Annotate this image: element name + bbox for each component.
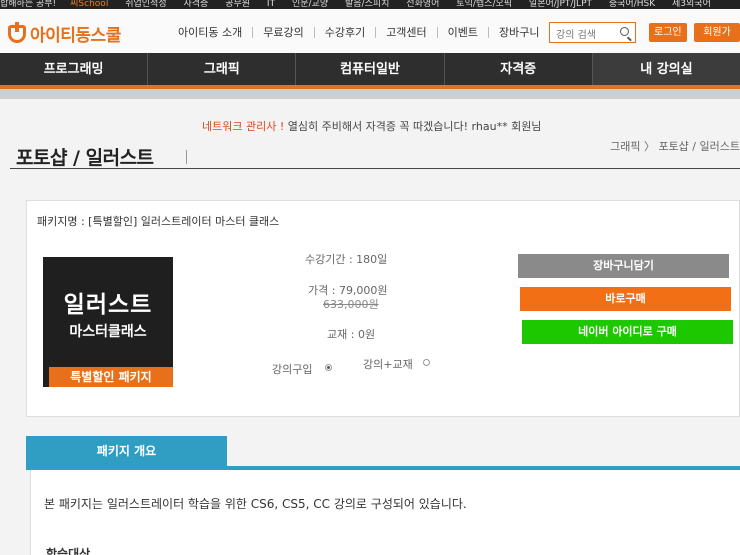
strip-item[interactable]: IT xyxy=(267,0,275,9)
ticker-text: 열심히 주비해서 자격증 꼭 따겠습니다! rhau** 회원님 xyxy=(284,120,542,133)
top-category-strip: 합해하는 공부! 씨School 취업인적성 자격증 공무원 IT 인문/교양 발… xyxy=(0,0,740,9)
title-underline xyxy=(10,168,740,169)
nav-events[interactable]: 이벤트 xyxy=(436,27,488,38)
textbook-price: 교재 : 0원 xyxy=(327,328,376,341)
naver-buy-button[interactable]: 네이버 아이디로 구매 xyxy=(522,320,733,344)
header-nav: 아이티동 소개 무료강의 수강후기 고객센터 이벤트 장바구니 xyxy=(178,27,550,38)
strip-item[interactable]: 제3외국어 xyxy=(672,0,711,9)
breadcrumb[interactable]: 그래픽 〉 포토샵 / 일러스트 xyxy=(610,138,740,154)
category-nav: 프로그래밍 그래픽 컴퓨터일반 자격증 내 강의실 xyxy=(0,53,740,89)
search-box xyxy=(549,22,636,45)
cat-computer-general[interactable]: 컴퓨터일반 xyxy=(296,53,445,85)
site-logo[interactable]: 아이티동스쿨 xyxy=(8,21,121,46)
join-button[interactable]: 회원가입 xyxy=(694,23,740,57)
ticker-highlight: 네트워크 관리사 ! xyxy=(202,120,285,133)
nav-free-lectures[interactable]: 무료강의 xyxy=(252,27,313,38)
strip-item[interactable]: 토익/텝스/오픽 xyxy=(456,0,512,9)
strip-item[interactable]: 합해하는 공부! xyxy=(0,0,56,9)
option-lecture-book-radio[interactable] xyxy=(423,359,430,366)
cat-graphics[interactable]: 그래픽 xyxy=(148,53,297,85)
title-divider xyxy=(186,150,187,164)
strip-item[interactable]: 취업인적성 xyxy=(125,0,166,9)
option-lecture-book-label: 강의+교재 xyxy=(363,358,413,371)
strip-item[interactable]: 중국어/HSK xyxy=(609,0,655,9)
strip-highlight[interactable]: 씨School xyxy=(70,0,108,9)
login-button[interactable]: 로그인 xyxy=(649,23,687,42)
strip-item[interactable]: 인문/교양 xyxy=(292,0,328,9)
option-lecture-label: 강의구입 xyxy=(272,363,313,376)
search-icon[interactable] xyxy=(620,27,629,36)
strip-item[interactable]: 전화영어 xyxy=(406,0,439,9)
nav-cart[interactable]: 장바구니 xyxy=(488,27,549,38)
cat-my-classroom[interactable]: 내 강의실 xyxy=(592,53,740,85)
site-header: 아이티동스쿨 아이티동 소개 무료강의 수강후기 고객센터 이벤트 장바구니 로… xyxy=(0,9,740,57)
strip-item[interactable]: 공무원 xyxy=(225,0,250,9)
strip-item[interactable]: 자격증 xyxy=(183,0,208,9)
cat-programming[interactable]: 프로그래밍 xyxy=(0,53,149,85)
page-title: 포토샵 / 일러스트 xyxy=(16,147,154,169)
package-thumbnail: 일러스트 마스터클래스 특별할인 패키지 xyxy=(43,257,173,387)
option-lecture-radio[interactable] xyxy=(325,364,332,371)
logo-text: 아이티동스쿨 xyxy=(30,26,121,46)
thumb-subtitle: 마스터클래스 xyxy=(69,324,147,340)
strip-item[interactable]: 발음/스피치 xyxy=(345,0,389,9)
overview-content xyxy=(30,470,740,555)
learning-target-heading: 학습대상 xyxy=(46,547,91,555)
strip-item[interactable]: 일본어/JPT/JLPT xyxy=(529,0,592,9)
thumb-title: 일러스트 xyxy=(63,292,153,318)
search-input[interactable] xyxy=(550,26,616,45)
tab-package-overview[interactable]: 패키지 개요 xyxy=(26,436,227,466)
package-box: 패키지명 : [특별할인] 일러스트레이터 마스터 클래스 일러스트 마스터클래… xyxy=(26,200,740,417)
nav-reviews[interactable]: 수강후기 xyxy=(313,27,375,38)
thumb-badge: 특별할인 패키지 xyxy=(49,367,173,387)
original-price: 633,000원 xyxy=(323,298,379,311)
nav-about[interactable]: 아이티동 소개 xyxy=(178,27,252,38)
package-name: 패키지명 : [특별할인] 일러스트레이터 마스터 클래스 xyxy=(37,215,280,228)
review-ticker[interactable]: 네트워크 관리사 ! 열심히 주비해서 자격증 꼭 따겠습니다! rhau** … xyxy=(202,118,541,134)
nav-support[interactable]: 고객센터 xyxy=(375,27,436,38)
add-to-cart-button[interactable]: 장바구니담기 xyxy=(518,254,729,278)
cat-certification[interactable]: 자격증 xyxy=(445,53,593,85)
buy-now-button[interactable]: 바로구매 xyxy=(520,287,731,311)
package-description: 본 패키지는 일러스트레이터 학습을 위한 CS6, CS5, CC 강의로 구… xyxy=(44,497,467,511)
period-text: 수강기간 : 180일 xyxy=(305,253,388,266)
nav-shadow-bar xyxy=(0,89,740,99)
logo-icon xyxy=(8,21,26,43)
